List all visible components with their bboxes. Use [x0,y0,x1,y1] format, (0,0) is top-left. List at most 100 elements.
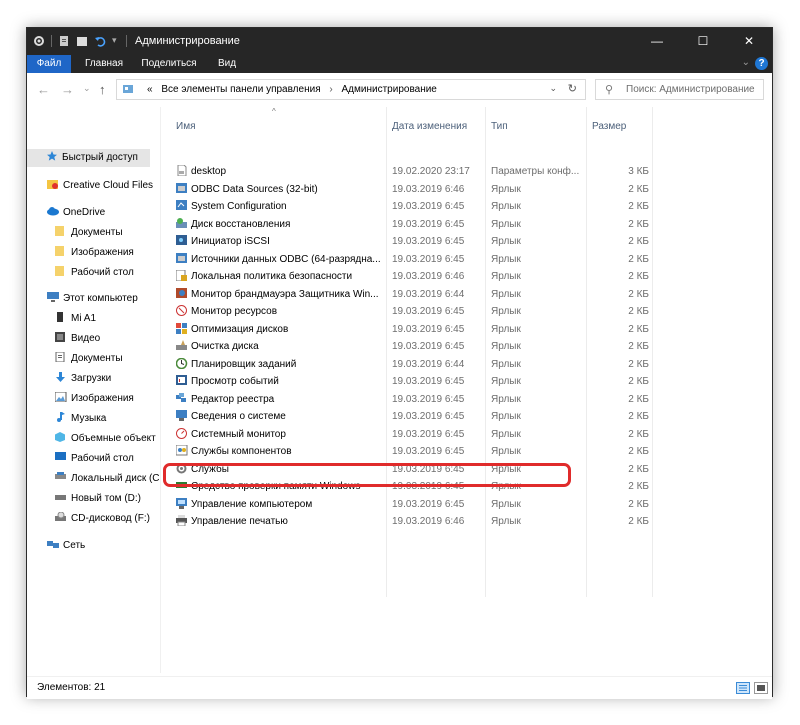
tab-share[interactable]: Поделиться [137,55,201,73]
sidebar-item-pictures[interactable]: Изображения [54,390,134,408]
search-icon: ⚲ [605,84,614,96]
column-header-name[interactable]: Имя [176,117,195,137]
admin-tools-icon[interactable] [33,35,45,47]
recent-locations-button[interactable]: ⌄ [83,83,91,94]
minimize-button[interactable]: — [634,28,680,55]
expand-ribbon-icon[interactable]: ⌄ [742,57,750,68]
tab-view[interactable]: Вид [207,55,247,73]
sidebar-item-desktop[interactable]: Рабочий стол [55,450,134,468]
breadcrumb-administration[interactable]: Администрирование [342,84,437,95]
details-view-button[interactable] [736,682,750,694]
file-size: 2 КБ [628,393,649,405]
search-box[interactable]: ⚲ Поиск: Администрирование [595,79,764,100]
sidebar-item-onedrive[interactable]: OneDrive [47,204,105,222]
file-date: 19.03.2019 6:44 [392,288,465,300]
sidebar-item-local-disk-c[interactable]: Локальный диск (C [55,470,160,488]
file-row-disk-optimization[interactable]: Оптимизация дисков 19.03.2019 6:45 Ярлык… [172,321,772,338]
file-row-resource-monitor[interactable]: Монитор ресурсов 19.03.2019 6:45 Ярлык 2… [172,303,772,320]
control-panel-icon [122,83,134,98]
quick-access-toolbar: ▾ [33,34,133,48]
sidebar-item-onedrive-pictures[interactable]: Изображения [55,244,134,262]
pane-divider[interactable] [160,107,161,673]
file-type: Ярлык [491,201,521,212]
file-row-performance-monitor[interactable]: Системный монитор 19.03.2019 6:45 Ярлык … [172,426,772,443]
undo-icon[interactable] [94,35,106,47]
file-row-desktop[interactable]: desktop 19.02.2020 23:17 Параметры конф.… [172,163,772,180]
sidebar-item-downloads[interactable]: Загрузки [55,370,111,388]
file-row-iscsi-initiator[interactable]: Инициатор iSCSI 19.03.2019 6:45 Ярлык 2 … [172,233,772,250]
sidebar-item-network[interactable]: Сеть [47,537,85,555]
sidebar-item-onedrive-desktop[interactable]: Рабочий стол [55,264,134,282]
file-name: Диск восстановления [191,218,291,230]
sidebar-item-3d-objects[interactable]: Объемные объект [55,430,156,448]
file-row-event-viewer[interactable]: Просмотр событий 19.03.2019 6:45 Ярлык 2… [172,373,772,390]
file-row-registry-editor[interactable]: Редактор реестра 19.03.2019 6:45 Ярлык 2… [172,391,772,408]
new-folder-icon[interactable] [76,35,88,47]
file-size: 2 КБ [628,201,649,212]
close-button[interactable]: ✕ [726,28,772,55]
sidebar-item-videos[interactable]: Видео [55,330,100,348]
file-date: 19.03.2019 6:45 [392,341,465,352]
sidebar-item-creative-cloud[interactable]: Creative Cloud Files [47,177,153,195]
drive-icon [55,491,67,501]
customize-toolbar-icon[interactable]: ▾ [112,35,120,47]
file-row-recovery-drive[interactable]: Диск восстановления 19.03.2019 6:45 Ярлы… [172,216,772,233]
tab-home[interactable]: Главная [79,55,129,73]
sidebar-item-quick-access[interactable]: Быстрый доступ [27,149,150,167]
breadcrumb-overflow[interactable]: « [147,84,153,95]
file-name: Системный монитор [191,428,286,440]
file-row-computer-management[interactable]: Управление компьютером 19.03.2019 6:45 Я… [172,496,772,513]
file-date: 19.02.2020 23:17 [392,166,470,177]
sidebar-item-cd-drive-f[interactable]: CD-дисковод (F:) [55,510,150,528]
tab-file[interactable]: Файл [27,55,71,73]
sidebar-item-music[interactable]: Музыка [55,410,106,428]
disk-cleanup-icon [176,340,188,351]
resource-monitor-icon [176,305,188,316]
large-icons-view-button[interactable] [754,682,768,694]
column-header-date[interactable]: Дата изменения [392,117,467,137]
sidebar-item-this-pc[interactable]: Этот компьютер [47,290,138,308]
folder-icon [55,225,67,236]
file-type: Ярлык [491,428,521,440]
file-name: Монитор ресурсов [191,306,278,317]
column-header-type[interactable]: Тип [491,117,508,137]
up-button[interactable]: ↑ [99,82,106,97]
breadcrumb-control-panel[interactable]: Все элементы панели управления [161,84,320,95]
file-row-component-services[interactable]: Службы компонентов 19.03.2019 6:45 Ярлык… [172,443,772,460]
file-row-system-configuration[interactable]: System Configuration 19.03.2019 6:45 Ярл… [172,198,772,215]
file-size: 3 КБ [628,166,649,177]
odbc-icon [176,182,188,194]
file-row-task-scheduler[interactable]: Планировщик заданий 19.03.2019 6:44 Ярлы… [172,356,772,373]
printer-icon [176,515,188,527]
sidebar-item-new-volume-d[interactable]: Новый том (D:) [55,490,141,508]
help-icon[interactable]: ? [755,57,768,70]
refresh-icon[interactable]: ↻ [568,82,577,95]
sidebar-item-onedrive-documents[interactable]: Документы [55,224,123,242]
msconfig-icon [176,200,188,211]
column-header-size[interactable]: Размер [592,117,626,137]
file-type: Ярлык [491,376,521,387]
forward-button[interactable]: → [61,82,74,97]
file-date: 19.03.2019 6:45 [392,306,465,317]
breadcrumb-separator[interactable]: › [329,84,332,95]
file-size: 2 КБ [628,271,649,282]
sidebar-item-mi-a1[interactable]: Mi A1 [55,310,96,328]
address-bar[interactable]: « Все элементы панели управления › Админ… [116,79,586,100]
file-date: 19.03.2019 6:45 [392,201,465,212]
file-row-odbc-32[interactable]: ODBC Data Sources (32-bit) 19.03.2019 6:… [172,181,772,198]
sidebar-item-documents[interactable]: Документы [55,350,123,368]
properties-icon[interactable] [58,35,70,47]
file-row-firewall-monitor[interactable]: Монитор брандмауэра Защитника Win... 19.… [172,286,772,303]
pictures-icon [54,391,67,403]
file-size: 2 КБ [628,236,649,247]
file-row-system-information[interactable]: Сведения о системе 19.03.2019 6:45 Ярлык… [172,408,772,425]
file-type: Ярлык [491,516,521,527]
file-row-disk-cleanup[interactable]: Очистка диска 19.03.2019 6:45 Ярлык 2 КБ [172,338,772,355]
maximize-button[interactable]: ☐ [680,28,726,55]
address-dropdown-icon[interactable]: ⌄ [549,83,557,94]
file-row-local-security-policy[interactable]: Локальная политика безопасности 19.03.20… [172,268,772,285]
file-name: Управление печатью [191,516,288,527]
file-row-odbc-64[interactable]: Источники данных ODBC (64-разрядна... 19… [172,251,772,268]
back-button[interactable]: ← [37,82,50,97]
file-row-print-management[interactable]: Управление печатью 19.03.2019 6:46 Ярлык… [172,513,772,530]
